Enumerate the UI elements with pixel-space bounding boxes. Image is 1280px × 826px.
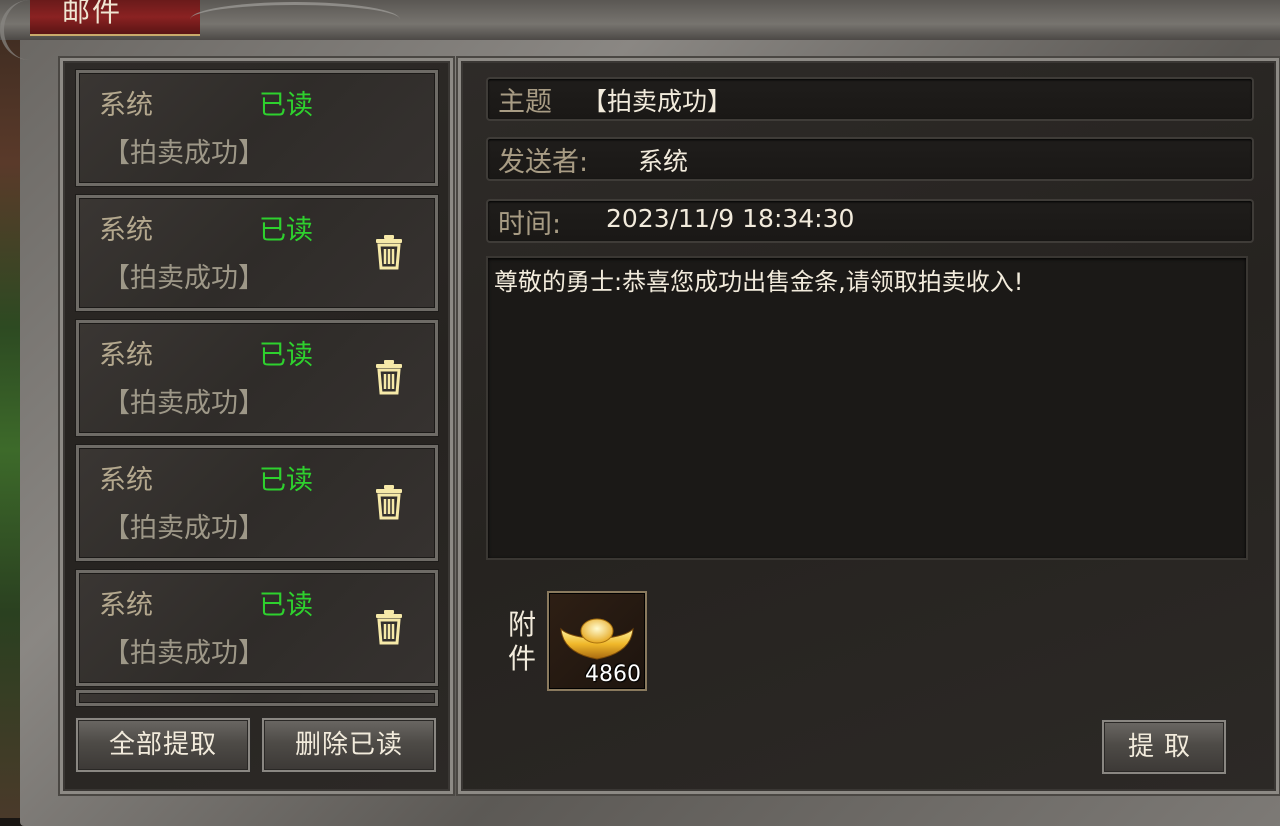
mail-subject: 【拍卖成功】 bbox=[103, 638, 265, 669]
mail-sender: 系统 bbox=[99, 340, 153, 371]
window-title-bar: 邮件 bbox=[0, 0, 1280, 60]
take-all-button[interactable]: 全部提取 bbox=[76, 718, 250, 772]
subject-field: 主题 【拍卖成功】 bbox=[486, 77, 1254, 121]
mail-subject: 【拍卖成功】 bbox=[103, 388, 265, 419]
take-button[interactable]: 提取 bbox=[1102, 720, 1226, 774]
dragon-ornament bbox=[190, 2, 400, 37]
mail-list-item[interactable]: 系统 已读 【拍卖成功】 bbox=[76, 570, 438, 686]
subject-value: 【拍卖成功】 bbox=[582, 87, 733, 116]
attachment-count: 4860 bbox=[585, 662, 641, 687]
trash-icon[interactable] bbox=[375, 484, 403, 520]
mail-read-status: 已读 bbox=[259, 215, 313, 246]
mail-body: 尊敬的勇士:恭喜您成功出售金条,请领取拍卖收入! bbox=[486, 256, 1248, 560]
trash-icon[interactable] bbox=[375, 234, 403, 270]
mail-list-item[interactable]: 系统 已读 【拍卖成功】 bbox=[76, 320, 438, 436]
subject-label: 主题 bbox=[498, 87, 552, 118]
mail-list-item[interactable]: 系统 已读 【拍卖成功】 bbox=[76, 445, 438, 561]
time-field: 时间: 2023/11/9 18:34:30 bbox=[486, 199, 1254, 243]
sender-field: 发送者: 系统 bbox=[486, 137, 1254, 181]
mail-sender: 系统 bbox=[99, 215, 153, 246]
delete-read-button[interactable]: 删除已读 bbox=[262, 718, 436, 772]
mail-read-status: 已读 bbox=[259, 340, 313, 371]
mail-list-item-partial bbox=[76, 690, 438, 706]
mail-list-item[interactable]: 系统 已读 【拍卖成功】 bbox=[76, 195, 438, 311]
trash-icon[interactable] bbox=[375, 359, 403, 395]
mail-sender: 系统 bbox=[99, 90, 153, 121]
mail-list-item[interactable]: 系统 已读 【拍卖成功】 bbox=[76, 70, 438, 186]
attachment-label: 附件 bbox=[507, 608, 536, 675]
mail-sender: 系统 bbox=[99, 465, 153, 496]
gold-ingot-icon bbox=[559, 615, 635, 667]
mail-sender: 系统 bbox=[99, 590, 153, 621]
sender-label: 发送者: bbox=[498, 147, 589, 178]
window-title: 邮件 bbox=[62, 0, 123, 28]
mail-read-status: 已读 bbox=[259, 90, 313, 121]
mail-read-status: 已读 bbox=[259, 590, 313, 621]
attachment-slot[interactable]: 4860 bbox=[547, 591, 647, 691]
mail-subject: 【拍卖成功】 bbox=[103, 513, 265, 544]
time-label: 时间: bbox=[498, 209, 562, 240]
mail-read-status: 已读 bbox=[259, 465, 313, 496]
mail-body-text: 尊敬的勇士:恭喜您成功出售金条,请领取拍卖收入! bbox=[494, 268, 1024, 296]
mail-subject: 【拍卖成功】 bbox=[103, 263, 265, 294]
sender-value: 系统 bbox=[638, 147, 689, 176]
trash-icon[interactable] bbox=[375, 609, 403, 645]
time-value: 2023/11/9 18:34:30 bbox=[606, 204, 855, 233]
mail-subject: 【拍卖成功】 bbox=[103, 138, 265, 169]
